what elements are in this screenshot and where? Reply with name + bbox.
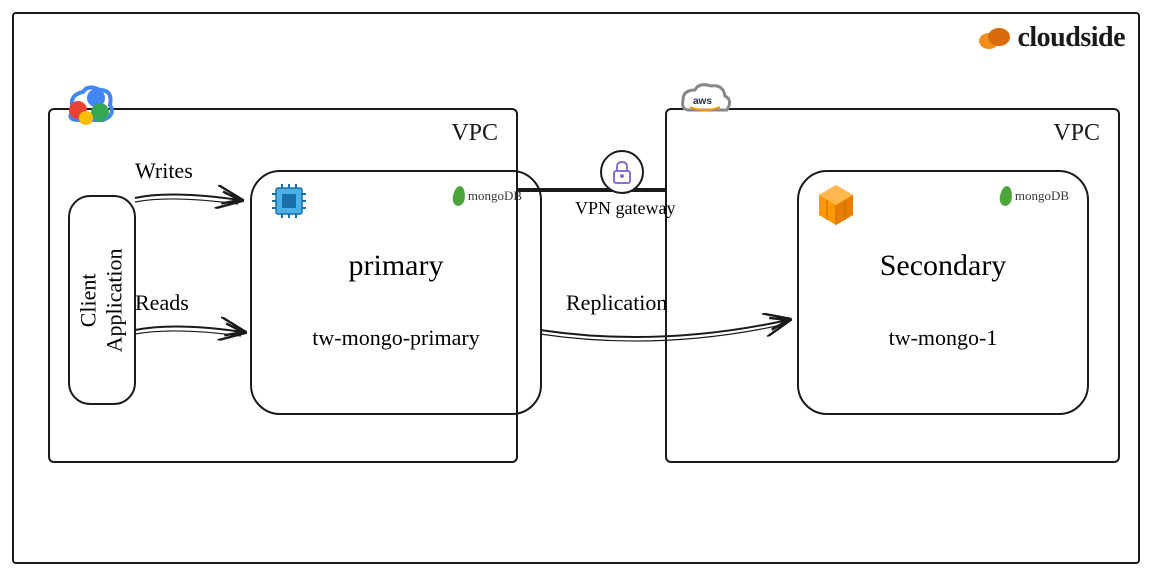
brand-logo: cloudside [977,22,1125,54]
client-application-label: Client Application [76,248,129,352]
vpn-gateway-circle [600,150,644,194]
client-application-box: Client Application [68,195,136,405]
aws-cloud-icon: aws [675,80,735,130]
primary-db-box: mongoDB primary tw-mongo-primary [250,170,542,415]
replication-label: Replication [566,290,667,316]
primary-mongo-badge: mongoDB [453,186,522,206]
aws-ec2-icon [815,182,857,233]
left-vpc-box: VPC Client Application [48,108,518,463]
vpn-gateway-label: VPN gateway [575,198,675,219]
left-vpc-label: VPC [451,120,498,147]
writes-label: Writes [135,158,193,184]
svg-text:aws: aws [693,96,712,107]
gcp-compute-engine-icon [268,180,310,227]
secondary-db-box: mongoDB Secondary tw-mongo-1 [797,170,1089,415]
primary-role: primary [264,249,528,283]
secondary-mongo-badge: mongoDB [1000,186,1069,206]
brand-cloud-icon [977,25,1011,51]
lock-icon [610,159,634,185]
secondary-engine: mongoDB [1015,188,1069,204]
mongo-leaf-icon [998,185,1013,206]
secondary-role: Secondary [811,249,1075,283]
client-line1: Client [76,273,101,327]
brand-name: cloudside [1017,22,1125,54]
secondary-hostname: tw-mongo-1 [811,325,1075,351]
gcp-cloud-icon [58,80,118,137]
client-line2: Application [102,248,127,352]
right-vpc-box: VPC aws mongoDB Secondary tw-mongo-1 [665,108,1120,463]
primary-engine: mongoDB [468,188,522,204]
mongo-leaf-icon [451,185,466,206]
reads-label: Reads [135,290,189,316]
right-vpc-label: VPC [1053,120,1100,147]
primary-hostname: tw-mongo-primary [264,325,528,351]
